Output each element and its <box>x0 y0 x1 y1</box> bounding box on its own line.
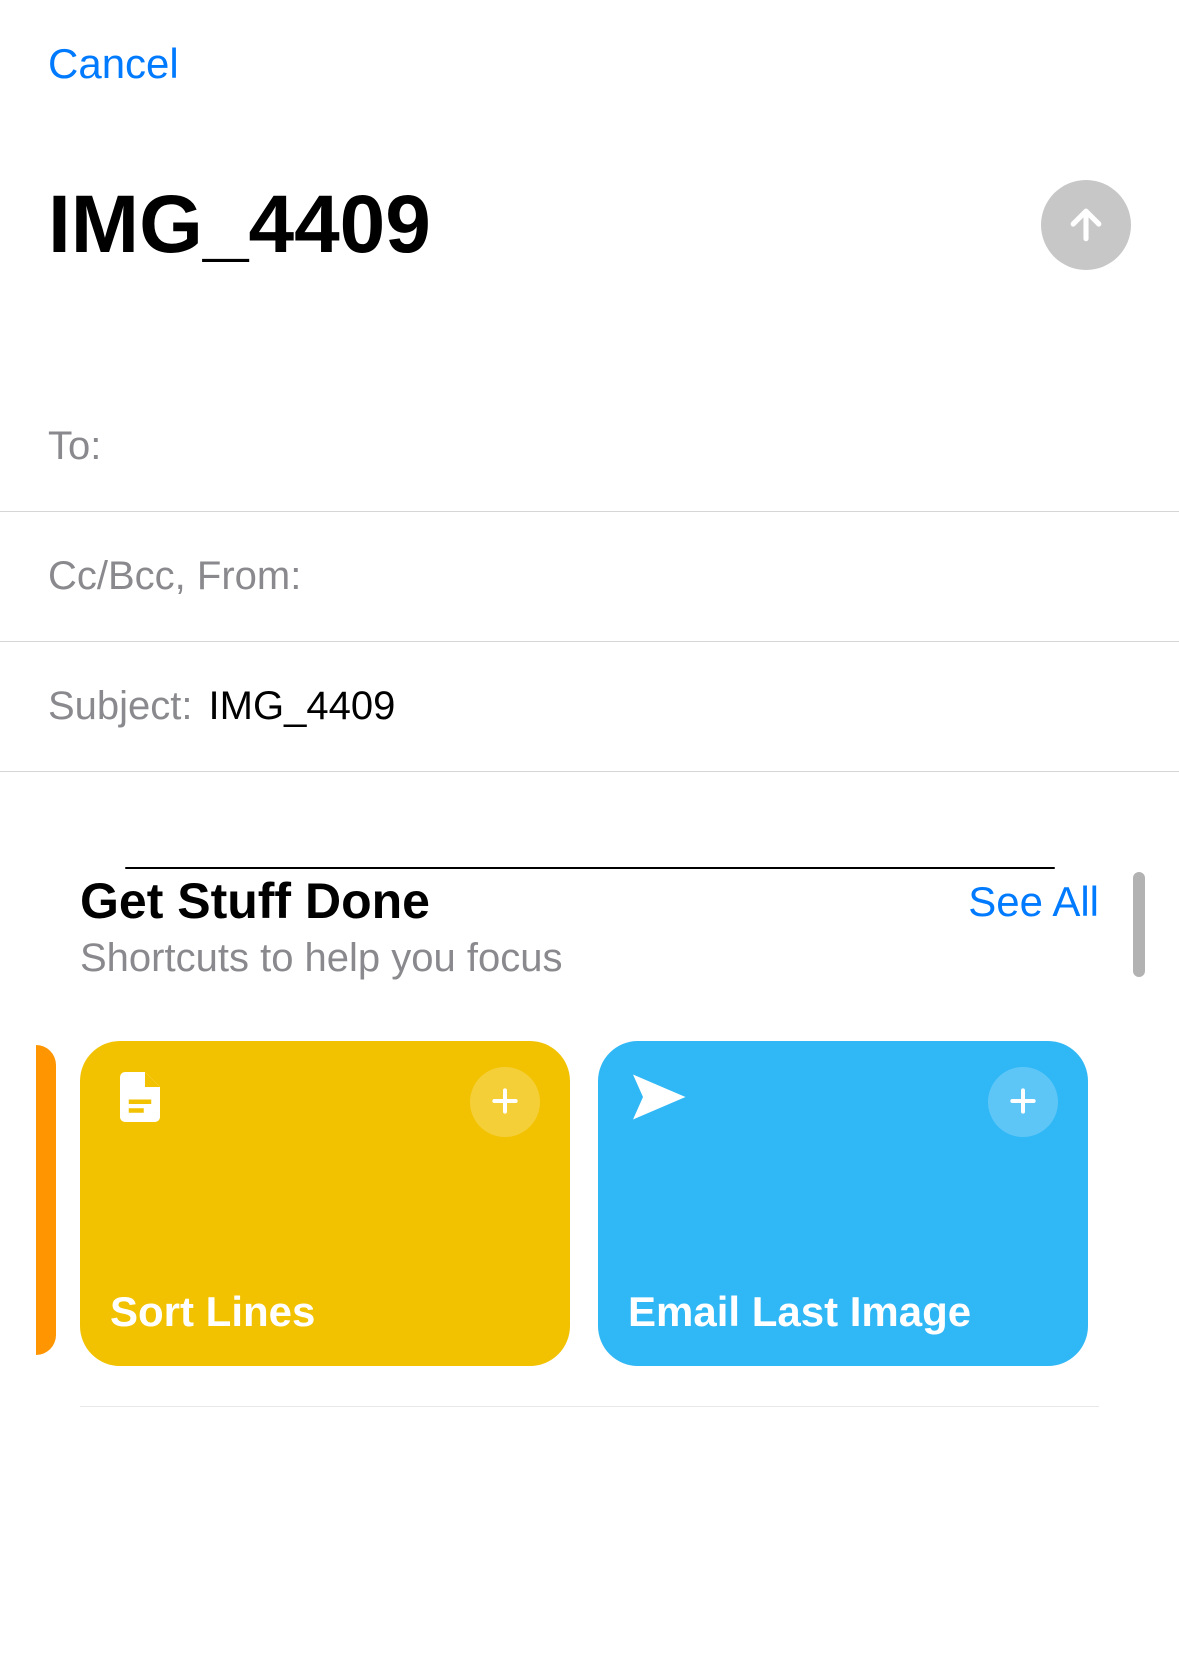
cancel-button[interactable]: Cancel <box>48 40 179 88</box>
send-icon <box>628 1067 688 1127</box>
shortcut-card-label: Sort Lines <box>110 1288 540 1336</box>
shortcuts-panel: Get Stuff Done Shortcuts to help you foc… <box>0 872 1179 1407</box>
compose-sheet: Cancel IMG_4409 To: Cc/Bcc, From: Subjec… <box>0 0 1179 1656</box>
compose-fields: To: Cc/Bcc, From: Subject: IMG_4409 <box>0 382 1179 772</box>
subject-row[interactable]: Subject: IMG_4409 <box>0 642 1179 772</box>
ccbcc-from-label: Cc/Bcc, From: <box>48 554 301 599</box>
see-all-button[interactable]: See All <box>968 878 1099 926</box>
scroll-indicator[interactable] <box>1133 872 1145 977</box>
compose-title: IMG_4409 <box>48 178 431 272</box>
plus-icon <box>1007 1085 1039 1120</box>
ccbcc-from-row[interactable]: Cc/Bcc, From: <box>0 512 1179 642</box>
subject-value: IMG_4409 <box>209 684 1131 729</box>
shortcut-card-email-last-image[interactable]: Email Last Image <box>598 1041 1088 1366</box>
add-shortcut-button[interactable] <box>470 1067 540 1137</box>
header-row: Cancel <box>0 40 1179 88</box>
shortcut-card-sort-lines[interactable]: Sort Lines <box>80 1041 570 1366</box>
section-title-block: Get Stuff Done Shortcuts to help you foc… <box>80 872 563 981</box>
send-button[interactable] <box>1041 180 1131 270</box>
section-header: Get Stuff Done Shortcuts to help you foc… <box>80 872 1099 981</box>
add-shortcut-button[interactable] <box>988 1067 1058 1137</box>
document-icon <box>110 1067 170 1127</box>
panel-grabber[interactable] <box>125 867 1055 869</box>
to-label: To: <box>48 424 101 469</box>
previous-card-peek[interactable] <box>36 1045 56 1355</box>
section-subtitle: Shortcuts to help you focus <box>80 936 563 981</box>
shortcut-cards-row: Sort Lines <box>80 1041 1099 1407</box>
to-input[interactable] <box>117 424 1131 469</box>
title-row: IMG_4409 <box>0 178 1179 272</box>
arrow-up-icon <box>1064 202 1108 249</box>
card-top <box>110 1067 540 1137</box>
to-field-row[interactable]: To: <box>0 382 1179 512</box>
card-top <box>628 1067 1058 1137</box>
shortcut-card-label: Email Last Image <box>628 1288 1058 1336</box>
subject-label: Subject: <box>48 684 193 729</box>
section-title: Get Stuff Done <box>80 872 563 930</box>
plus-icon <box>489 1085 521 1120</box>
